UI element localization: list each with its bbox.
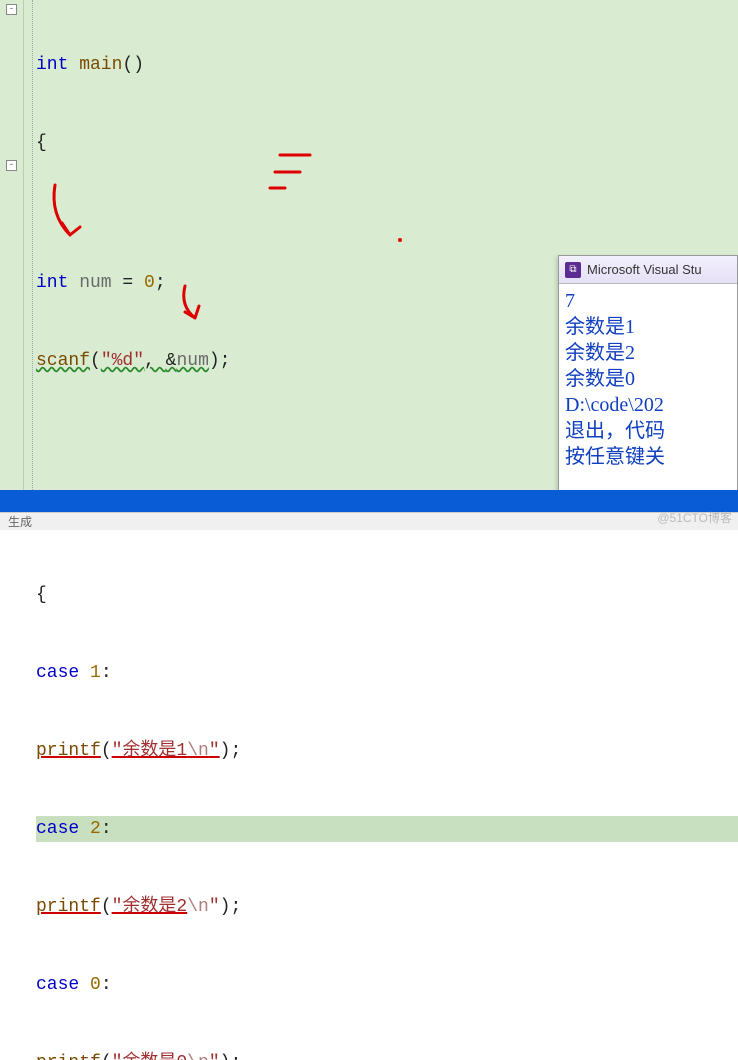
output-line: 7 bbox=[565, 288, 731, 314]
console-output: 7 余数是1 余数是2 余数是0 D:\code\202 退出，代码 按任意键关 bbox=[559, 284, 737, 474]
fn-printf: printf bbox=[36, 1050, 101, 1060]
console-titlebar[interactable]: ⧉ Microsoft Visual Stu bbox=[559, 256, 737, 284]
console-window[interactable]: ⧉ Microsoft Visual Stu 7 余数是1 余数是2 余数是0 … bbox=[558, 255, 738, 495]
keyword-int: int bbox=[36, 52, 68, 78]
fn-printf: printf bbox=[36, 894, 101, 920]
indent-guide bbox=[32, 0, 33, 490]
build-dropdown[interactable]: 生成 bbox=[8, 513, 32, 530]
fn-main: main bbox=[68, 52, 122, 78]
console-title: Microsoft Visual Stu bbox=[587, 262, 702, 277]
output-line: 按任意键关 bbox=[565, 444, 731, 470]
status-bar bbox=[0, 490, 738, 512]
fn-printf: printf bbox=[36, 738, 101, 764]
vs-icon: ⧉ bbox=[565, 262, 581, 278]
output-line: 余数是2 bbox=[565, 340, 731, 366]
code-area[interactable]: int main() { int num = 0; scanf("%d", &n… bbox=[36, 0, 738, 1060]
fn-scanf: scanf bbox=[36, 348, 90, 374]
output-line: D:\code\202 bbox=[565, 392, 731, 418]
watermark: @51CTO博客 bbox=[657, 509, 732, 526]
output-line: 余数是1 bbox=[565, 314, 731, 340]
output-line: 退出，代码 bbox=[565, 418, 731, 444]
output-line: 余数是0 bbox=[565, 366, 731, 392]
gutter: - - bbox=[0, 0, 24, 490]
fold-toggle[interactable]: - bbox=[6, 160, 17, 171]
fold-toggle[interactable]: - bbox=[6, 4, 17, 15]
bottom-toolbar[interactable]: 生成 bbox=[0, 512, 738, 530]
